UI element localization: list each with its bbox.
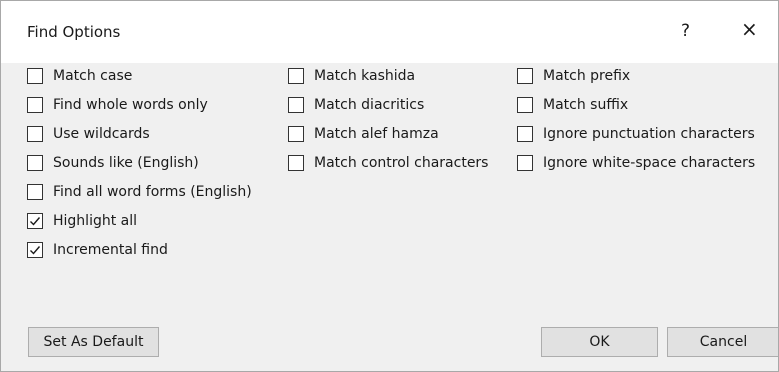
checkbox[interactable] <box>517 68 533 84</box>
checkbox[interactable] <box>27 126 43 142</box>
checkbox[interactable] <box>288 126 304 142</box>
checkbox[interactable] <box>27 155 43 171</box>
checkbox[interactable] <box>288 68 304 84</box>
option-label: Find all word forms (English) <box>53 184 252 200</box>
option-label: Highlight all <box>53 213 138 229</box>
option-label: Use wildcards <box>53 126 150 142</box>
checkbox[interactable] <box>517 97 533 113</box>
title-bar: Find Options ? × <box>1 1 778 63</box>
close-icon[interactable]: × <box>741 19 758 39</box>
checkbox[interactable] <box>288 97 304 113</box>
find-options-dialog: Find Options ? × Match case Find whole wo… <box>0 0 779 372</box>
checkbox[interactable] <box>27 68 43 84</box>
dialog-title: Find Options <box>27 23 121 41</box>
set-as-default-button[interactable]: Set As Default <box>28 327 159 357</box>
checkbox[interactable] <box>517 155 533 171</box>
checkbox[interactable] <box>288 155 304 171</box>
option-label: Match prefix <box>543 68 631 84</box>
ok-button[interactable]: OK <box>541 327 658 357</box>
option-label: Find whole words only <box>53 97 208 113</box>
checkmark-icon <box>30 217 41 226</box>
option-label: Ignore white-space characters <box>543 155 756 171</box>
option-label: Sounds like (English) <box>53 155 199 171</box>
option-label: Ignore punctuation characters <box>543 126 755 142</box>
checkbox[interactable] <box>27 242 43 258</box>
option-label: Match alef hamza <box>314 126 439 142</box>
dialog-body: Match case Find whole words only Use wildc… <box>1 63 778 371</box>
checkbox[interactable] <box>517 126 533 142</box>
checkbox[interactable] <box>27 97 43 113</box>
help-icon[interactable]: ? <box>681 21 690 41</box>
checkmark-icon <box>30 246 41 255</box>
option-label: Match case <box>53 68 133 84</box>
option-label: Match suffix <box>543 97 629 113</box>
cancel-button[interactable]: Cancel <box>667 327 778 357</box>
checkbox[interactable] <box>27 213 43 229</box>
checkbox[interactable] <box>27 184 43 200</box>
option-label: Match control characters <box>314 155 489 171</box>
option-label: Match diacritics <box>314 97 425 113</box>
option-label: Incremental find <box>53 242 168 258</box>
option-label: Match kashida <box>314 68 416 84</box>
